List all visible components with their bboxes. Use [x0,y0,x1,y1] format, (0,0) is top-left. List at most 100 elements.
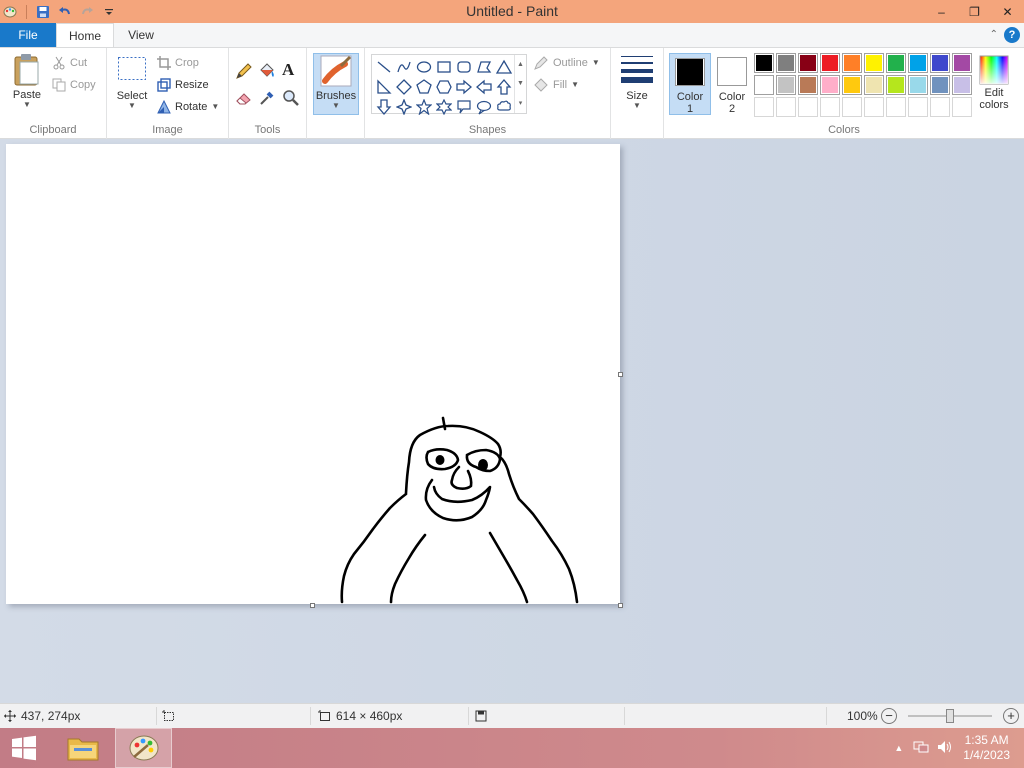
select-button[interactable]: Select ▼ [115,56,149,110]
taskbar-clock[interactable]: 1:35 AM 1/4/2023 [963,733,1010,763]
palette-custom-color-slot[interactable] [820,97,840,117]
polygon-shape-icon[interactable] [474,57,494,77]
palette-color-swatch[interactable] [776,53,796,73]
show-hidden-icons-icon[interactable]: ▲ [894,743,903,753]
palette-custom-color-slot[interactable] [886,97,906,117]
size-button[interactable]: Size ▼ [619,54,655,110]
palette-custom-color-slot[interactable] [842,97,862,117]
palette-custom-color-slot[interactable] [952,97,972,117]
right-triangle-shape-icon[interactable] [374,77,394,97]
palette-custom-color-slot[interactable] [798,97,818,117]
shapes-more-icon[interactable]: ▾ [519,99,523,107]
copy-button[interactable]: Copy [52,76,96,94]
taskbar-paint[interactable] [115,728,172,768]
rectangle-shape-icon[interactable] [434,57,454,77]
oval-callout-shape-icon[interactable] [474,97,494,117]
cloud-callout-shape-icon[interactable] [494,97,514,117]
triangle-shape-icon[interactable] [494,57,514,77]
tab-view[interactable]: View [114,23,168,47]
cut-button[interactable]: Cut [52,54,87,72]
network-icon[interactable] [913,740,929,757]
palette-color-swatch[interactable] [864,75,884,95]
canvas-resize-handle-bottom[interactable] [310,603,315,608]
text-tool-button[interactable]: A [282,60,294,79]
left-arrow-shape-icon[interactable] [474,77,494,97]
palette-color-swatch[interactable] [908,75,928,95]
tab-file[interactable]: File [0,23,56,47]
rounded-rectangle-shape-icon[interactable] [454,57,474,77]
shapes-scroll-down-icon[interactable]: ▼ [517,80,524,87]
palette-color-swatch[interactable] [886,53,906,73]
line-shape-icon[interactable] [374,57,394,77]
palette-custom-color-slot[interactable] [908,97,928,117]
close-button[interactable]: ✕ [991,0,1024,23]
paint-app-icon[interactable] [2,4,18,20]
crop-button[interactable]: Crop [157,54,199,72]
palette-custom-color-slot[interactable] [930,97,950,117]
right-arrow-shape-icon[interactable] [454,77,474,97]
palette-color-swatch[interactable] [798,75,818,95]
minimize-button[interactable]: – [925,0,958,23]
tab-home[interactable]: Home [56,23,114,47]
curve-shape-icon[interactable] [394,57,414,77]
drawing-canvas[interactable] [6,144,620,604]
brushes-button-content[interactable]: Brushes ▼ [313,54,359,110]
palette-color-swatch[interactable] [930,75,950,95]
magnifier-tool-button[interactable] [282,89,300,107]
taskbar-file-explorer[interactable] [56,728,110,768]
palette-color-swatch[interactable] [820,75,840,95]
rotate-button[interactable]: Rotate ▼ [157,98,219,116]
zoom-out-button[interactable]: − [881,704,897,728]
paste-button[interactable]: Paste ▼ [8,53,46,109]
palette-color-swatch[interactable] [776,75,796,95]
four-point-star-shape-icon[interactable] [394,97,414,117]
shapes-scroll-up-icon[interactable]: ▲ [517,61,524,68]
palette-color-swatch[interactable] [842,75,862,95]
palette-color-swatch[interactable] [754,75,774,95]
edit-colors-button[interactable]: Edit colors [974,55,1014,111]
palette-color-swatch[interactable] [842,53,862,73]
customize-qat-icon[interactable] [101,4,117,20]
palette-color-swatch[interactable] [908,53,928,73]
redo-icon[interactable] [79,4,95,20]
help-icon[interactable]: ? [1004,27,1020,43]
canvas-resize-handle-corner[interactable] [618,603,623,608]
save-icon[interactable] [35,4,51,20]
palette-custom-color-slot[interactable] [754,97,774,117]
palette-color-swatch[interactable] [952,75,972,95]
palette-color-swatch[interactable] [820,53,840,73]
volume-icon[interactable] [937,740,953,757]
palette-color-swatch[interactable] [864,53,884,73]
hexagon-shape-icon[interactable] [434,77,454,97]
fill-button[interactable]: Fill ▼ [533,76,579,94]
palette-color-swatch[interactable] [754,53,774,73]
up-arrow-shape-icon[interactable] [494,77,514,97]
down-arrow-shape-icon[interactable] [374,97,394,117]
palette-color-swatch[interactable] [952,53,972,73]
oval-shape-icon[interactable] [414,57,434,77]
start-button[interactable] [0,728,48,768]
undo-icon[interactable] [57,4,73,20]
five-point-star-shape-icon[interactable] [414,97,434,117]
zoom-slider-thumb[interactable] [946,709,954,723]
palette-color-swatch[interactable] [798,53,818,73]
diamond-shape-icon[interactable] [394,77,414,97]
maximize-button[interactable]: ❐ [958,0,991,23]
pencil-tool-button[interactable] [235,62,253,80]
palette-color-swatch[interactable] [886,75,906,95]
palette-custom-color-slot[interactable] [776,97,796,117]
palette-color-swatch[interactable] [930,53,950,73]
resize-button[interactable]: Resize [157,76,209,94]
eraser-tool-button[interactable] [235,89,253,107]
rounded-callout-shape-icon[interactable] [454,97,474,117]
color-picker-tool-button[interactable] [258,89,276,107]
minimize-ribbon-icon[interactable]: ⌃ [990,29,998,40]
zoom-in-button[interactable]: + [1003,704,1019,728]
canvas-resize-handle-right[interactable] [618,372,623,377]
color2-button[interactable]: Color 2 [711,53,753,115]
fill-tool-button[interactable] [258,62,276,80]
color1-button[interactable]: Color 1 [669,53,711,115]
six-point-star-shape-icon[interactable] [434,97,454,117]
palette-custom-color-slot[interactable] [864,97,884,117]
outline-button[interactable]: Outline ▼ [533,54,600,72]
